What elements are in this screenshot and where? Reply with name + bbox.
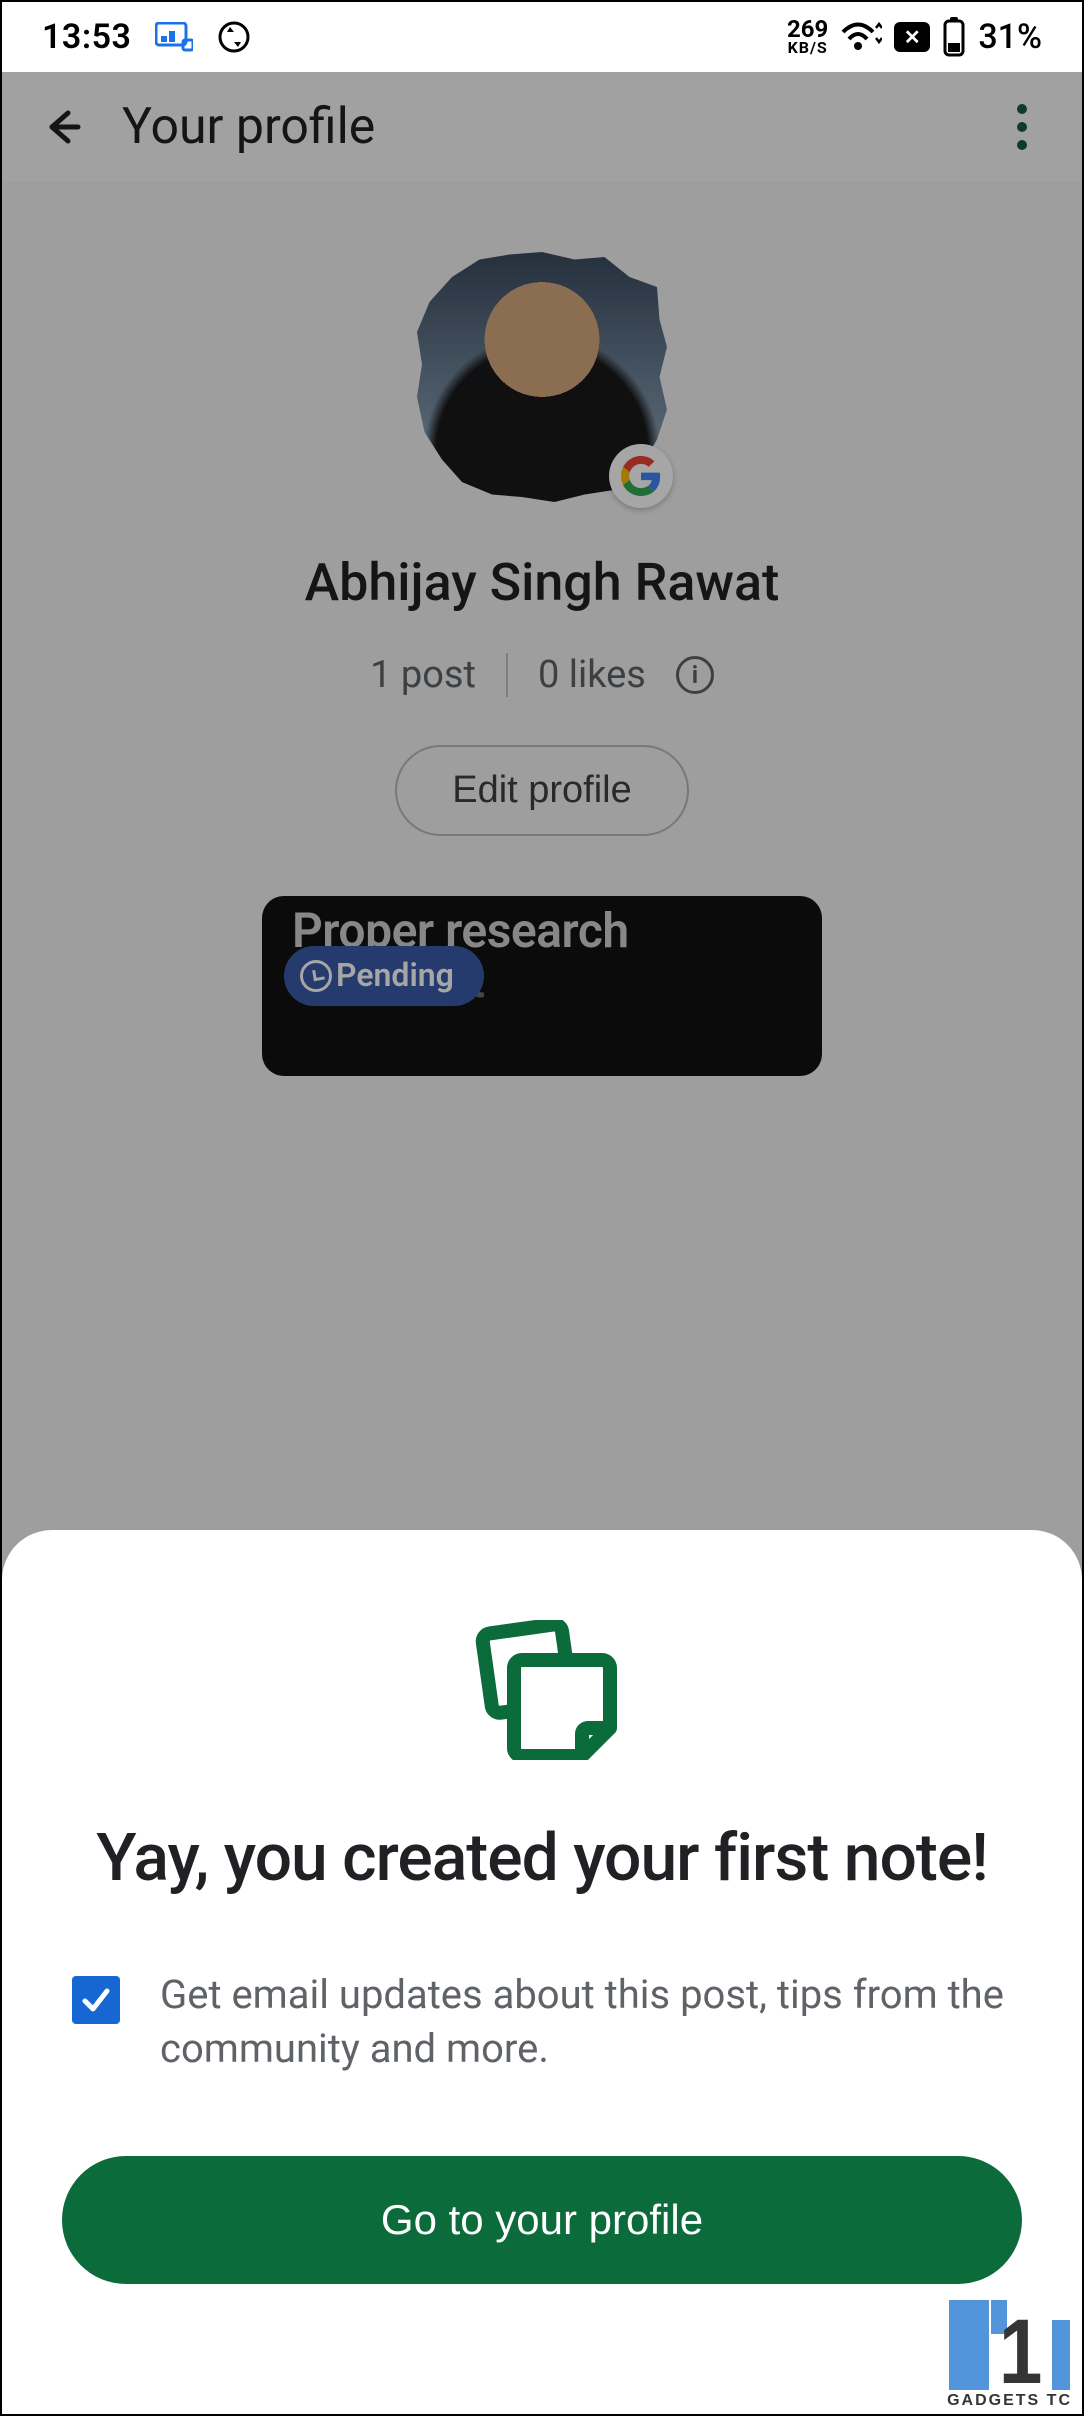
bottom-sheet: Yay, you created your first note! Get em… [2, 1530, 1082, 2414]
sheet-title: Yay, you created your first note! [96, 1820, 987, 1898]
email-updates-label: Get email updates about this post, tips … [160, 1968, 1012, 2076]
sync-icon [217, 20, 251, 54]
wifi-icon [840, 20, 882, 54]
close-badge-icon: ✕ [894, 22, 930, 52]
status-time: 13:53 [42, 17, 131, 57]
watermark: 1 GADGETS TC [947, 2300, 1072, 2410]
cast-icon [155, 22, 193, 52]
network-speed: 269 KB/S [787, 19, 828, 55]
go-to-profile-button[interactable]: Go to your profile [62, 2156, 1022, 2284]
battery-icon [942, 17, 966, 57]
notes-icon [467, 1620, 617, 1760]
email-updates-checkbox[interactable] [72, 1976, 120, 2024]
status-bar: 13:53 269 KB/S ✕ 31% [2, 2, 1082, 72]
battery-percent: 31% [978, 17, 1042, 57]
